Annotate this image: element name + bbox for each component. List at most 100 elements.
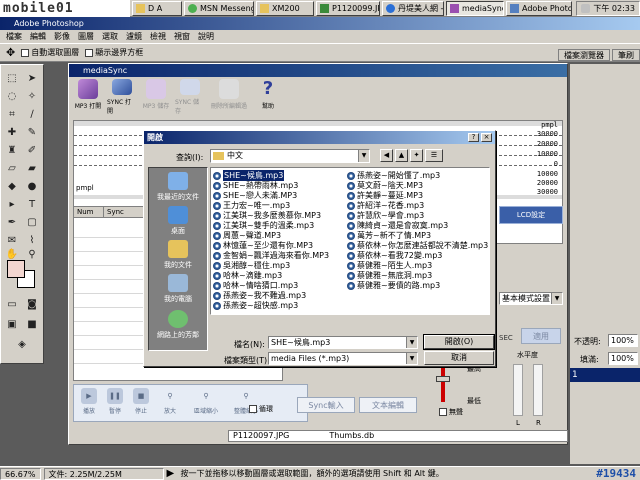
place-network[interactable]: 網路上的芳鄰 [149,310,207,340]
up-folder-icon[interactable]: ▲ [395,149,408,162]
auto-select-checkbox[interactable] [21,48,30,57]
stamp-tool-icon[interactable]: ♜ [5,143,19,157]
brush-tool-icon[interactable]: ✎ [25,125,39,139]
menu-help[interactable]: 說明 [198,31,214,42]
opacity-field[interactable]: 100% [608,334,638,347]
file-thumbs[interactable]: Thumbs.db [329,431,374,441]
mode-select[interactable]: 基本模式設置 ▼ [499,292,563,305]
stop-button[interactable]: ■ 停止 [129,388,153,418]
help-button[interactable]: ? 幫助 [253,79,283,115]
file-list[interactable]: SHE~候鳥.mp3 SHE~熱帶雨林.mp3 SHE~戀人未滿.MP3 王力宏… [210,167,490,315]
play-button[interactable]: ▶ 播放 [77,388,101,418]
mute-option[interactable]: 無聲 [439,407,463,417]
magic-wand-icon[interactable]: ✧ [25,89,39,103]
menu-image[interactable]: 影像 [54,31,70,42]
quickmask-mode-icon[interactable]: ◙ [25,297,39,311]
menu-edit[interactable]: 編輯 [30,31,46,42]
delete-edits-button[interactable]: 刪除所編輯過 [209,79,249,115]
history-brush-icon[interactable]: ✐ [25,143,39,157]
marquee-tool-icon[interactable]: ⬚ [5,71,19,85]
menu-select[interactable]: 選取 [102,31,118,42]
open-button[interactable]: 開啟(O) [423,334,495,350]
look-in-select[interactable]: 中文 ▼ [210,149,370,163]
show-bounds-checkbox[interactable] [85,48,94,57]
taskbar-button-photoshop[interactable]: Adobe Photos... [506,0,572,16]
pen-tool-icon[interactable]: ✒ [5,215,19,229]
slice-tool-icon[interactable]: ∕ [25,107,39,121]
taskbar-button-browser[interactable]: 丹堤美人網 - [382,0,444,16]
eraser-tool-icon[interactable]: ▱ [5,161,19,175]
mp3-open-button[interactable]: MP3 打開 [73,79,103,115]
help-icon[interactable]: ? [468,133,479,142]
view-menu-icon[interactable]: ☰ [425,149,443,162]
layer-row[interactable]: 1 [570,368,640,382]
pause-button[interactable]: ❚❚ 暫停 [103,388,127,418]
type-tool-icon[interactable]: T [25,197,39,211]
move-tool-icon[interactable]: ➤ [25,71,39,85]
lcd-settings-button[interactable]: LCD設定 [499,206,563,224]
loop-checkbox[interactable] [249,404,257,413]
dodge-tool-icon[interactable]: ● [25,179,39,193]
lasso-tool-icon[interactable]: ◌ [5,89,19,103]
new-folder-icon[interactable]: ✦ [410,149,423,162]
close-icon[interactable]: × [481,133,492,142]
speaker-icon[interactable] [581,3,591,13]
shape-tool-icon[interactable]: ▢ [25,215,39,229]
cancel-button[interactable]: 取消 [424,351,494,365]
filename-input[interactable]: SHE~候鳥.mp3 ▼ [268,336,418,349]
file-jpg[interactable]: P1120097.JPG [233,431,289,441]
place-my-computer[interactable]: 我的電腦 [149,274,207,304]
taskbar-button-xm200[interactable]: XM200 [256,0,314,16]
path-select-icon[interactable]: ▸ [5,197,19,211]
eyedropper-icon[interactable]: ⌇ [25,233,39,247]
filetype-select[interactable]: media Files (*.mp3) ▼ [268,352,418,365]
auto-select-option[interactable]: 自動選取圖層 [21,47,79,58]
blur-tool-icon[interactable]: ◆ [5,179,19,193]
taskbar-button-msn[interactable]: MSN Messeng... [184,0,254,16]
sync-import-button[interactable]: Sync輸入 [297,397,355,413]
list-item[interactable]: 孫燕姿~超快感.mp3 [213,300,298,311]
menu-view[interactable]: 檢視 [150,31,166,42]
screen-mode-icon[interactable]: ▣ [5,317,19,331]
tab-brushes[interactable]: 筆刷 [612,49,640,61]
standard-mode-icon[interactable]: ▭ [5,297,19,311]
zoom-tool-icon[interactable]: ⚲ [25,247,39,261]
photoshop-menubar: 檔案 編輯 影像 圖層 選取 濾鏡 檢視 視窗 說明 [0,30,640,43]
menu-file[interactable]: 檔案 [6,31,22,42]
show-bounds-option[interactable]: 顯示邊界方框 [85,47,143,58]
sync-open-button[interactable]: SYNC 打開 [107,79,137,115]
gradient-tool-icon[interactable]: ▰ [25,161,39,175]
menu-window[interactable]: 視窗 [174,31,190,42]
menu-filter[interactable]: 濾鏡 [126,31,142,42]
zoom-in-button[interactable]: ⚲ 放大 [155,388,185,418]
mp3-save-button[interactable]: MP3 儲存 [141,79,171,115]
fill-field[interactable]: 100% [608,352,638,365]
crop-tool-icon[interactable]: ⌗ [5,107,19,121]
back-icon[interactable]: ◀ [380,149,393,162]
taskbar-button-da[interactable]: D A [132,0,182,16]
taskbar-button-jpg[interactable]: P1120099.JPG... [316,0,380,16]
volume-slider-thumb[interactable] [436,376,450,382]
foreground-color-swatch[interactable] [7,260,25,278]
fullscreen-mode-icon[interactable]: ■ [25,317,39,331]
zoom-level[interactable]: 66.67% [0,467,41,480]
place-my-documents[interactable]: 我的文件 [149,240,207,270]
loop-option[interactable]: 循環 [249,404,273,414]
taskbar-button-mediasync[interactable]: mediaSync [446,0,504,16]
text-edit-button[interactable]: 文本編輯 [359,397,417,413]
col-num-header[interactable]: Num [74,207,104,217]
place-desktop[interactable]: 桌面 [149,206,207,236]
sync-save-button[interactable]: SYNC 儲存 [175,79,205,115]
clock[interactable]: 下午 02:33 [593,3,635,14]
imageready-icon[interactable]: ◈ [15,337,29,351]
place-recent[interactable]: 我最近的文件 [149,172,207,202]
healing-brush-icon[interactable]: ✚ [5,125,19,139]
tab-file-browser[interactable]: 檔案瀏覽器 [558,49,610,61]
notes-tool-icon[interactable]: ✉ [5,233,19,247]
zoom-area-button[interactable]: ⚲ 區域縮小 [187,388,225,418]
hand-tool-icon[interactable]: ✋ [5,247,19,261]
menu-layer[interactable]: 圖層 [78,31,94,42]
list-item[interactable]: 蔡健雅~要債的路.mp3 [347,280,440,291]
apply-button[interactable]: 適用 [521,328,561,344]
mute-checkbox[interactable] [439,407,447,416]
